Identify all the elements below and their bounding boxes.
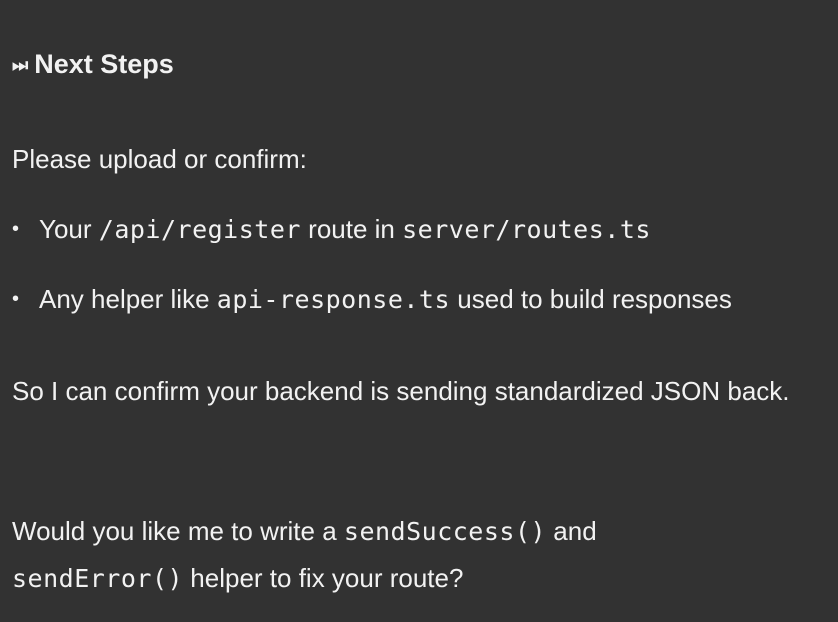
inline-code: /api/register (98, 215, 301, 244)
section-heading: ⏭ Next Steps (12, 41, 174, 90)
paragraph: Would you like me to write a sendSuccess… (12, 508, 812, 602)
inline-code: api-response.ts (216, 285, 451, 314)
inline-code: server/routes.ts (402, 215, 651, 244)
list-item-text: Your (39, 214, 99, 244)
list-item-text: Any helper like (39, 284, 217, 314)
bullet-dot: • (12, 288, 20, 310)
list-item: • Any helper like api-response.ts used to… (12, 276, 732, 346)
section-heading-text: Next Steps (34, 49, 174, 79)
list-item: • Your /api/register route in server/rout… (12, 206, 732, 276)
list-item-text: used to build responses (450, 284, 732, 314)
paragraph-text: and (546, 516, 597, 546)
inline-code: sendSuccess() (343, 517, 547, 546)
bullet-list: • Your /api/register route in server/rout… (12, 206, 732, 346)
paragraph: So I can confirm your backend is sending… (12, 376, 790, 406)
bullet-dot: • (12, 218, 20, 240)
next-track-icon: ⏭ (12, 55, 29, 75)
intro-text: Please upload or confirm: (12, 144, 307, 174)
paragraph-text: helper to fix your route? (183, 563, 464, 593)
paragraph-text: Would you like me to write a (12, 516, 344, 546)
inline-code: sendError() (12, 564, 184, 593)
list-item-text: route in (300, 214, 403, 244)
